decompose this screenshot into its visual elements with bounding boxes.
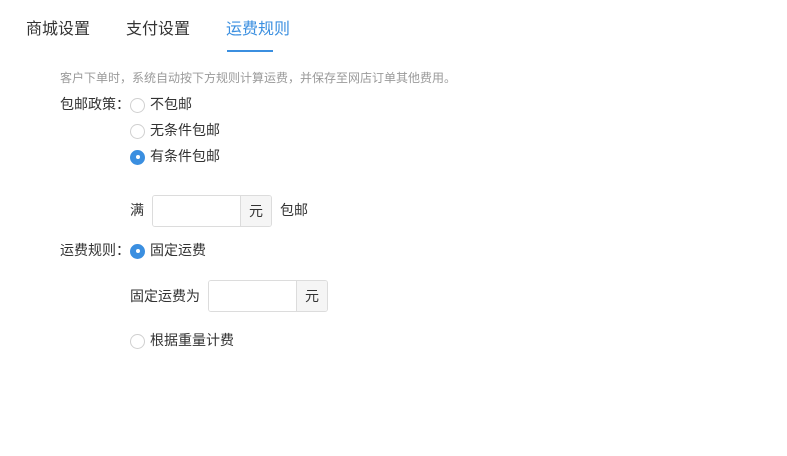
radio-unconditional-free-shipping[interactable]: 无条件包邮 (130, 122, 220, 140)
tab-payment-settings[interactable]: 支付设置 (126, 19, 190, 39)
radio-circle-icon (130, 333, 145, 349)
fixed-amount-label: 固定运费为 (130, 289, 200, 305)
shipping-description: 客户下单时，系统自动按下方规则计算运费，并保存至网店订单其他费用。 (60, 71, 457, 85)
radio-checked-icon (130, 149, 145, 165)
threshold-prefix: 满 (130, 203, 144, 219)
threshold-amount-input[interactable] (153, 196, 240, 226)
tab-mall-settings[interactable]: 商城设置 (26, 19, 90, 39)
threshold-unit: 元 (240, 196, 271, 226)
radio-fixed-shipping[interactable]: 固定运费 (130, 242, 206, 260)
radio-label: 根据重量计费 (150, 333, 234, 349)
fixed-amount-input[interactable] (209, 281, 296, 311)
radio-circle-icon (130, 123, 145, 139)
radio-no-free-shipping[interactable]: 不包邮 (130, 96, 192, 114)
threshold-suffix: 包邮 (280, 203, 308, 219)
shipping-settings-page: 商城设置 支付设置 运费规则 客户下单时，系统自动按下方规则计算运费，并保存至网… (0, 0, 787, 456)
radio-label: 固定运费 (150, 243, 206, 259)
free-shipping-label: 包邮政策： (60, 97, 130, 113)
tab-shipping-rules[interactable]: 运费规则 (226, 19, 290, 39)
radio-circle-icon (130, 97, 145, 113)
fixed-amount-unit: 元 (296, 281, 327, 311)
settings-tabs: 商城设置 支付设置 运费规则 (0, 0, 787, 56)
radio-conditional-free-shipping[interactable]: 有条件包邮 (130, 148, 220, 166)
active-tab-indicator (227, 50, 273, 52)
radio-weight-based-shipping[interactable]: 根据重量计费 (130, 332, 234, 350)
threshold-input-group: 元 (152, 195, 272, 227)
shipping-rule-label: 运费规则： (60, 243, 130, 259)
radio-label: 不包邮 (150, 97, 192, 113)
radio-checked-icon (130, 243, 145, 259)
radio-label: 有条件包邮 (150, 149, 220, 165)
fixed-amount-input-group: 元 (208, 280, 328, 312)
radio-label: 无条件包邮 (150, 123, 220, 139)
